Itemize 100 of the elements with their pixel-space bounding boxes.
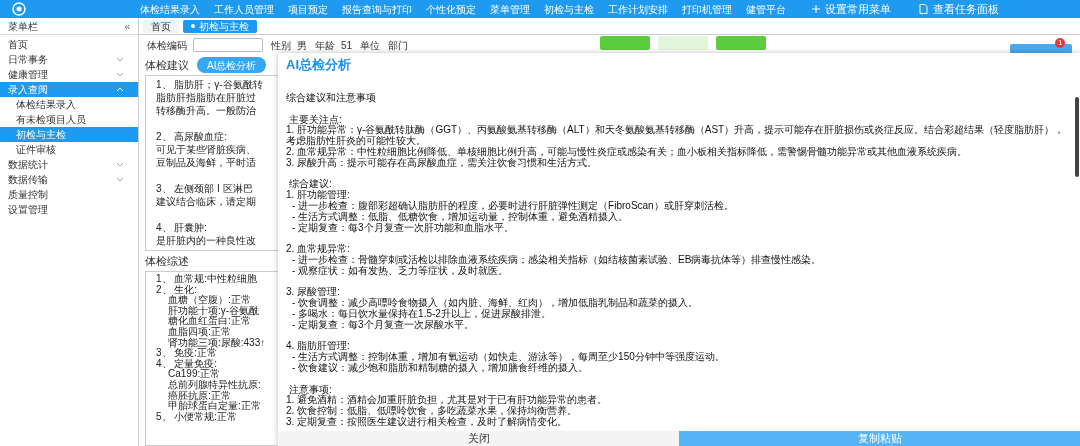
- tab[interactable]: 首页: [143, 19, 179, 33]
- logo-icon: [12, 2, 26, 16]
- toolbar-button[interactable]: [658, 36, 708, 50]
- analysis-text: - 生活方式调整：低脂、低糖饮食，增加运动量，控制体重，避免酒精摄入。: [291, 211, 629, 223]
- collapse-button[interactable]: «: [124, 18, 130, 34]
- summary-line: 血脂四项:正常: [168, 326, 231, 338]
- analysis-text: - 饮食建议：减少饱和脂肪和精制糖的摄入，增加膳食纤维的摄入。: [291, 362, 589, 374]
- summary-line: 甲胎球蛋白定量:正常: [168, 401, 261, 412]
- analysis-text: 2. 血常规异常：中性粒细胞比例降低、单核细胞比例升高，可能与慢性炎症或感染有关；血小板相关指标降低，需警惕骨髓功能异常或其他血液系统疾病。: [286, 147, 968, 158]
- menu-item[interactable]: 体检结果录入: [140, 1, 200, 17]
- analysis-text: - 定期复查：每3个月复查一次肝功能和血脂水平。: [291, 222, 514, 234]
- analysis-text: 1. 肝功能管理:: [286, 190, 350, 201]
- advice-line: 建议结合临床，请定期: [156, 195, 256, 208]
- sidebar-item[interactable]: 首页: [0, 37, 138, 52]
- section-title: 体检综述: [145, 253, 189, 269]
- sidebar-item[interactable]: 设置管理: [0, 202, 138, 217]
- summary-line: 3、 免疫:正常: [156, 348, 218, 359]
- analysis-text: 2. 饮食控制：低脂、低嘌呤饮食，多吃蔬菜水果，保持均衡营养。: [286, 406, 578, 417]
- scrollbar[interactable]: [1075, 97, 1079, 177]
- plus-icon: [812, 5, 820, 13]
- analysis-heading: 综合建议和注意事项: [286, 93, 376, 104]
- analysis-text: - 生活方式调整：控制体重，增加有氧运动（如快走、游泳等），每周至少150分钟中等强度运动。: [291, 352, 725, 363]
- menu-item[interactable]: 工作人员管理: [214, 1, 274, 17]
- analysis-text: - 进一步检查：腹部彩超确认脂肪肝的程度，必要时进行肝脏弹性测定（FibroScan）或肝穿刺活检。: [291, 200, 734, 212]
- dialog-title: AI总检分析: [286, 56, 351, 75]
- advice-line: 脂肪肝指脂肪在肝脏过: [156, 91, 256, 104]
- menu-item[interactable]: 健管平台: [746, 1, 786, 17]
- analysis-subheading: 综合建议:: [288, 179, 332, 190]
- summary-line: Ca199:正常: [168, 369, 221, 380]
- menu-item[interactable]: 项目预定: [288, 1, 328, 17]
- chevron-icon: [116, 162, 124, 167]
- sidebar-item[interactable]: 健康管理: [0, 67, 138, 82]
- menu-item[interactable]: 个性化预定: [426, 1, 476, 17]
- sidebar-item[interactable]: 数据传输: [0, 172, 138, 187]
- summary-line: 肝功能十项:γ-谷氨酰: [168, 305, 260, 316]
- field-value: 51: [341, 38, 353, 53]
- analysis-text: 1. 肝功能异常：γ-谷氨酰转肽酶（GGT）、丙氨酸氨基转移酶（ALT）和天冬氨酸氨基转移酶（AST）升高，提示可能存在肝脏损伤或炎症反应。结合彩超结果（轻度脂肪肝），考虑脂肪性肝炎的可能性较大。: [286, 125, 1066, 147]
- toolbar-button[interactable]: [716, 36, 766, 50]
- analysis-text: - 进一步检查：骨髓穿刺或活检以排除血液系统疾病；感染相关指标（如结核菌素试验、EB病毒抗体等）排查慢性感染。: [291, 254, 822, 266]
- summary-line: 糖化血红蛋白:正常: [168, 316, 251, 327]
- document-icon: [919, 4, 928, 14]
- summary-line: 1、 血常规:中性粒细胞: [156, 274, 258, 285]
- summary-line: 4、 定量免疫:: [156, 358, 218, 370]
- analysis-subheading: 主要关注点:: [289, 114, 342, 126]
- toolbar-button[interactable]: [600, 36, 650, 50]
- field-label: 性别: [271, 38, 291, 53]
- chevron-icon: [116, 57, 124, 62]
- ai-analysis-button[interactable]: AI总检分析: [197, 57, 267, 73]
- menu-item[interactable]: 报告查询与打印: [342, 1, 412, 17]
- field-label: 年龄: [315, 38, 335, 53]
- analysis-text: 3. 定期复查：按照医生建议进行相关检查，及时了解病情变化。: [286, 416, 568, 428]
- summary-line: 2、 生化:: [156, 284, 198, 295]
- sidebar-item[interactable]: 日常事务: [0, 52, 138, 67]
- analysis-text: - 观察症状：如有发热、乏力等症状，及时就医。: [291, 265, 509, 277]
- field-label: 单位: [360, 38, 381, 53]
- field-label: 部门: [388, 38, 409, 53]
- copy-button[interactable]: 复制粘贴: [679, 431, 1080, 446]
- sidebar-title: 菜单栏: [8, 19, 38, 34]
- advice-line: 是肝脏内的一种良性改: [156, 234, 256, 247]
- analysis-text: 1. 避免酒精：酒精会加重肝脏负担，尤其是对于已有肝功能异常的患者。: [286, 395, 608, 406]
- sidebar-item[interactable]: 有未检项目人员: [0, 112, 138, 127]
- analysis-subheading: 注意事项:: [289, 384, 332, 396]
- summary-line: 总前列腺特异性抗原:: [168, 379, 261, 391]
- notification-badge: 1: [1055, 38, 1066, 48]
- chevron-icon: [116, 72, 124, 77]
- close-button[interactable]: 关闭: [278, 431, 679, 446]
- sidebar-item[interactable]: 证件审核: [0, 142, 138, 157]
- input-field[interactable]: [193, 38, 263, 52]
- sidebar-item[interactable]: 体检结果录入: [0, 97, 138, 112]
- analysis-text: 3. 尿酸管理:: [286, 287, 340, 298]
- analysis-text: 4. 脂肪肝管理:: [286, 341, 350, 352]
- sidebar-item[interactable]: 录入查阅: [0, 82, 138, 97]
- field-value: 男: [297, 38, 307, 53]
- advice-line: 4、 肝囊肿:: [156, 221, 208, 234]
- menu-item[interactable]: 初检与主检: [544, 1, 594, 17]
- analysis-text: - 饮食调整：减少高嘌呤食物摄入（如内脏、海鲜、红肉），增加低脂乳制品和蔬菜的摄入。: [291, 298, 699, 309]
- chevron-icon: [116, 177, 124, 182]
- summary-line: 血糖（空腹）:正常: [168, 295, 251, 306]
- advice-line: 3、 左侧颈部 I 区淋巴: [156, 182, 253, 195]
- menu-item[interactable]: 菜单管理: [490, 1, 530, 17]
- analysis-text: - 多喝水：每日饮水量保持在1.5-2升以上，促进尿酸排泄。: [291, 308, 551, 320]
- field-label: 体检编码: [147, 38, 187, 53]
- advice-line: 1、 脂肪肝；γ-谷氨酰转: [156, 78, 263, 91]
- sidebar-item[interactable]: 质量控制: [0, 187, 138, 202]
- chevron-icon: [116, 87, 124, 92]
- task-panel-link[interactable]: 查看任务面板: [919, 0, 999, 18]
- section-title: 体检建议: [145, 57, 189, 73]
- sidebar-item[interactable]: 初检与主检: [0, 127, 138, 142]
- sidebar-item[interactable]: 数据统计: [0, 157, 138, 172]
- advice-line: 可见于某些肾脏疾病、: [156, 143, 256, 156]
- add-menu-link[interactable]: 设置常用菜单: [812, 0, 891, 18]
- summary-line: 5、 小便常规:正常: [156, 411, 238, 423]
- tab[interactable]: 初检与主检: [183, 19, 257, 33]
- menu-item[interactable]: 工作计划安排: [608, 1, 668, 17]
- advice-line: 豆制品及海鲜，平时适: [156, 156, 256, 169]
- analysis-text: 3. 尿酸升高：提示可能存在高尿酸血症，需关注饮食习惯和生活方式。: [286, 157, 598, 169]
- menu-item[interactable]: 打印机管理: [682, 1, 732, 17]
- analysis-text: - 定期复查：每3个月复查一次尿酸水平。: [291, 319, 474, 331]
- dot-icon: [191, 24, 195, 28]
- analysis-text: 2. 血常规异常:: [286, 244, 350, 255]
